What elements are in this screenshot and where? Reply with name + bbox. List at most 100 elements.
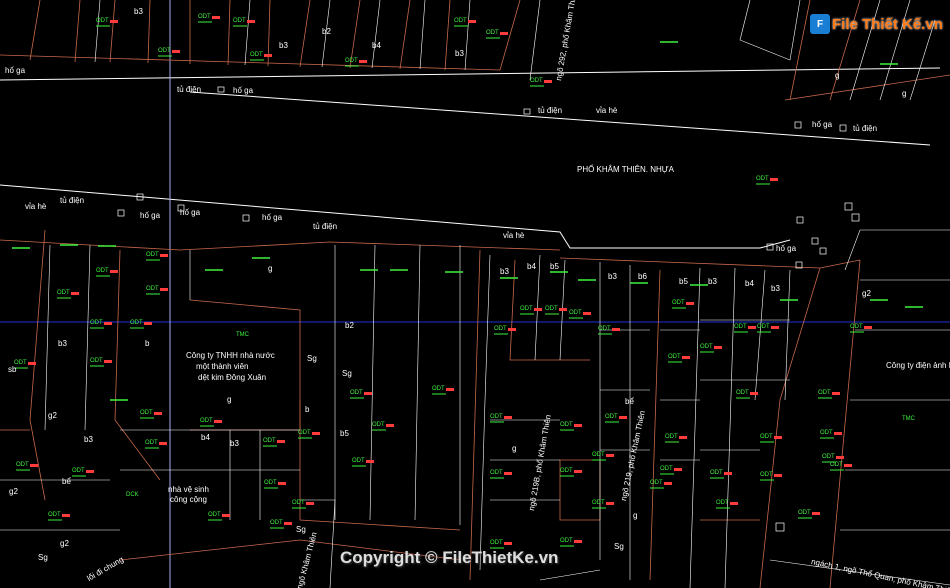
cad-drawing[interactable] — [0, 0, 950, 588]
ho-ga-label: hố ga — [140, 211, 161, 220]
odt-code: ODT — [569, 310, 582, 316]
parcel-label: b4 — [527, 262, 536, 271]
odt-code: ODT — [665, 434, 678, 440]
odt-code: ODT — [145, 440, 158, 446]
red-marker — [277, 440, 285, 443]
parcel-label: b3 — [500, 267, 509, 276]
red-marker — [832, 392, 840, 395]
red-marker — [364, 392, 372, 395]
odt-code: ODT — [598, 326, 611, 332]
odt-code: ODT — [490, 470, 503, 476]
odt-code: ODT — [668, 354, 681, 360]
tu-dien-label: tủ điện — [60, 196, 85, 205]
company-label-line: Công ty TNHH nhà nước — [186, 351, 275, 360]
red-marker — [278, 482, 286, 485]
red-marker — [86, 470, 94, 473]
odt-code: ODT — [298, 430, 311, 436]
red-marker — [284, 522, 292, 525]
red-marker — [110, 270, 118, 273]
parcel-label: b6 — [638, 272, 647, 281]
red-marker — [774, 474, 782, 477]
red-marker — [619, 416, 627, 419]
red-marker — [664, 482, 672, 485]
odt-code: ODT — [96, 18, 109, 24]
company-label-line: dệt kim Đông Xuân — [198, 373, 267, 382]
red-marker — [264, 54, 272, 57]
dck-code: DCK — [126, 492, 139, 498]
parcel-label: b3 — [771, 284, 780, 293]
odt-code: ODT — [734, 324, 747, 330]
parcel-label: b3 — [230, 439, 239, 448]
red-marker — [864, 326, 872, 329]
parcel-label: g — [512, 444, 517, 453]
parcel-label: g2 — [9, 487, 18, 496]
red-marker — [504, 472, 512, 475]
tu-dien-label: tủ điện — [853, 124, 878, 133]
red-marker — [359, 60, 367, 63]
red-marker — [104, 322, 112, 325]
parcel-label: g2 — [48, 411, 57, 420]
parcel-label: b3 — [279, 41, 288, 50]
red-marker — [774, 436, 782, 439]
parcel-label: g2 — [862, 289, 871, 298]
odt-code: ODT — [90, 320, 103, 326]
odt-code: ODT — [756, 176, 769, 182]
parcel-boundaries-bottom — [0, 229, 861, 588]
odt-code: ODT — [798, 510, 811, 516]
parcel-label: g — [268, 264, 273, 273]
odt-code: ODT — [818, 390, 831, 396]
parcel-label: b3 — [134, 7, 143, 16]
odt-code: ODT — [560, 538, 573, 544]
copyright-watermark: Copyright © FileThietKe.vn — [340, 548, 559, 567]
odt-code: ODT — [760, 472, 773, 478]
red-marker — [500, 32, 508, 35]
red-marker — [559, 308, 567, 311]
parcel-label: bể — [625, 397, 634, 406]
red-marker — [679, 436, 687, 439]
odt-code: ODT — [820, 430, 833, 436]
parcel-label: sb — [8, 365, 17, 374]
parcel-label: b4 — [201, 433, 210, 442]
company-label-2: Công ty điện ảnh H — [886, 361, 950, 370]
red-marker — [468, 20, 476, 23]
red-marker — [574, 424, 582, 427]
tmc-code: TMC — [902, 416, 915, 422]
red-marker — [724, 472, 732, 475]
tu-dien-label: tủ điện — [538, 106, 563, 115]
cad-viewport[interactable]: PHỐ KHÂM THIÊN. NHỰA vỉa hè vỉa hè vỉa hè ng… — [0, 0, 950, 588]
odt-code: ODT — [200, 418, 213, 424]
parcel-label: b — [145, 339, 150, 348]
odt-code: ODT — [700, 344, 713, 350]
odt-code: ODT — [250, 52, 263, 58]
red-marker — [222, 514, 230, 517]
parcel-label: g — [227, 395, 232, 404]
red-marker — [30, 464, 38, 467]
odt-code: ODT — [490, 540, 503, 546]
ho-ga-label: hố ga — [5, 66, 26, 75]
red-marker — [446, 388, 454, 391]
ho-ga-label: hố ga — [812, 120, 833, 129]
odt-code: ODT — [352, 458, 365, 464]
odt-code: ODT — [432, 386, 445, 392]
red-marker — [71, 292, 79, 295]
odt-code: ODT — [757, 324, 770, 330]
parcel-label: Sg — [296, 525, 306, 534]
parcel-label: b3 — [84, 435, 93, 444]
odt-code: ODT — [592, 500, 605, 506]
red-marker — [836, 456, 844, 459]
odt-code: ODT — [264, 480, 277, 486]
via-he-label: vỉa hè — [596, 106, 618, 115]
odt-code: ODT — [140, 410, 153, 416]
red-marker — [144, 322, 152, 325]
red-marker — [159, 442, 167, 445]
red-marker — [606, 502, 614, 505]
parcel-label: b5 — [679, 277, 688, 286]
odt-code: ODT — [90, 358, 103, 364]
red-marker — [366, 460, 374, 463]
red-marker — [62, 514, 70, 517]
red-marker — [730, 502, 738, 505]
red-marker — [844, 464, 852, 467]
red-marker — [674, 468, 682, 471]
parcel-label: b3 — [608, 272, 617, 281]
red-marker — [606, 454, 614, 457]
